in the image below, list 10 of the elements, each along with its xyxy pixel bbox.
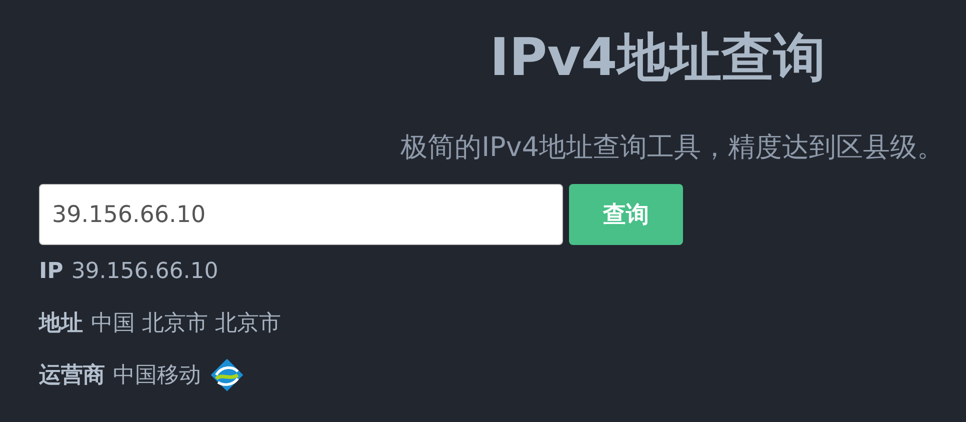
result-label: IP bbox=[39, 258, 64, 284]
ip-input-field[interactable]: 39.156.66.10 bbox=[39, 184, 563, 245]
result-label: 运营商 bbox=[39, 362, 105, 390]
page-subtitle: 极简的IPv4地址查询工具，精度达到区县级。 bbox=[400, 131, 945, 165]
result-value: 中国 北京市 北京市 bbox=[91, 310, 281, 338]
result-value: 中国移动 bbox=[113, 362, 201, 390]
result-value: 39.156.66.10 bbox=[71, 258, 218, 284]
carrier-logo-icon bbox=[209, 357, 245, 393]
result-label: 地址 bbox=[39, 310, 83, 338]
page-title: IPv4地址查询 bbox=[488, 27, 826, 90]
